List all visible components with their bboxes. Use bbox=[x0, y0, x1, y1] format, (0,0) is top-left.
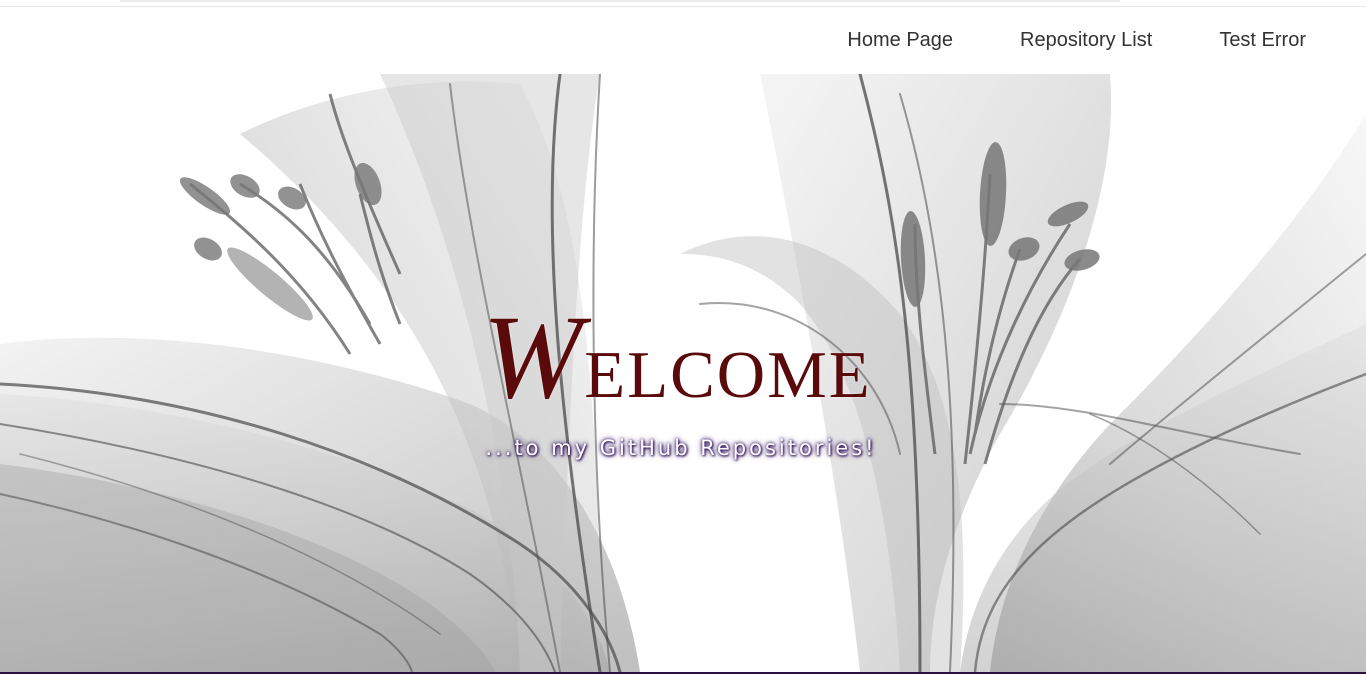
top-browser-edge bbox=[0, 0, 1366, 7]
hero-title-first-letter: W bbox=[482, 290, 585, 423]
hero-subtitle: ...to my GitHub Repositories! bbox=[485, 436, 877, 460]
navbar: Home Page Repository List Test Error bbox=[0, 7, 1366, 74]
nav-link-home-page[interactable]: Home Page bbox=[847, 29, 953, 52]
nav-links: Home Page Repository List Test Error bbox=[847, 7, 1366, 74]
nav-link-repository-list[interactable]: Repository List bbox=[1020, 29, 1152, 52]
top-edge-shade bbox=[120, 0, 1120, 2]
hero-title: Welcome bbox=[0, 297, 1360, 420]
hero-title-rest: elcome bbox=[584, 311, 872, 418]
hero-banner: Welcome ...to my GitHub Repositories! bbox=[0, 74, 1366, 672]
nav-link-test-error[interactable]: Test Error bbox=[1219, 29, 1306, 52]
